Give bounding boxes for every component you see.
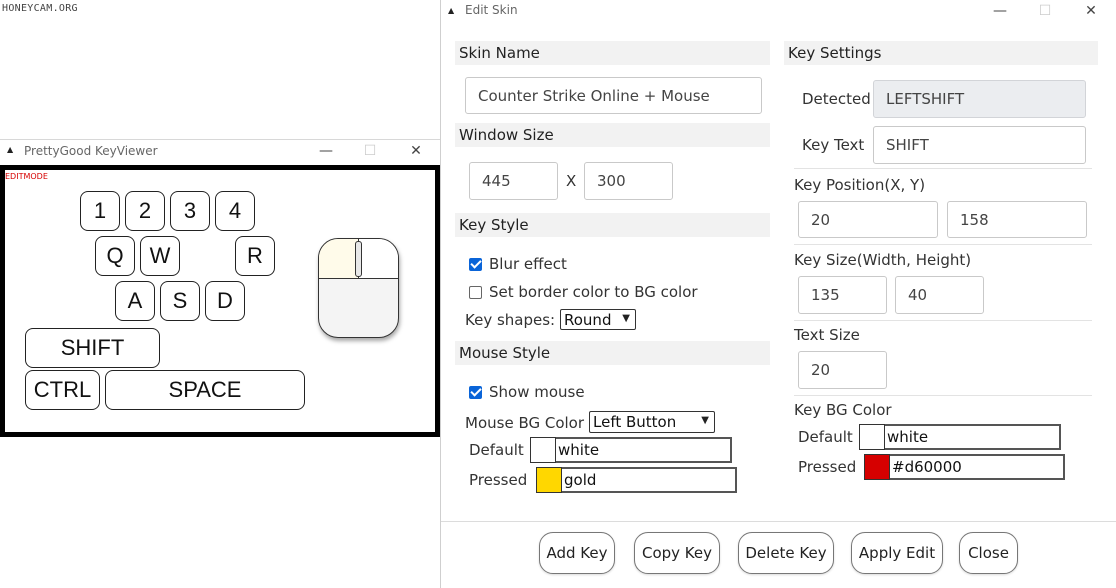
key-default-color-input[interactable]: white	[885, 424, 1061, 450]
maximize-icon: ☐	[363, 143, 377, 159]
key-text-input[interactable]: SHIFT	[873, 126, 1086, 164]
text-size-input[interactable]: 20	[798, 351, 887, 389]
border-color-checkbox[interactable]: Set border color to BG color	[469, 283, 698, 301]
chevron-down-icon: ▼	[622, 313, 630, 324]
key-shapes-select[interactable]: Round ▼	[560, 309, 636, 330]
mouse-wheel	[355, 241, 362, 277]
text-size-label: Text Size	[794, 326, 860, 344]
close-icon[interactable]: ✕	[1076, 1, 1106, 23]
key-size-label: Key Size(Width, Height)	[794, 251, 972, 269]
detected-label: Detected	[802, 90, 871, 108]
key-text-label: Key Text	[802, 136, 865, 154]
key-2[interactable]: 2	[125, 191, 165, 231]
footer-divider	[441, 521, 1116, 522]
mouse-style-header: Mouse Style	[455, 341, 770, 365]
minimize-icon[interactable]: —	[311, 141, 341, 163]
mouse-bg-color-value: Left Button	[593, 413, 677, 431]
apply-edit-button[interactable]: Apply Edit	[851, 532, 943, 574]
divider	[794, 320, 1092, 321]
show-mouse-checkbox[interactable]: Show mouse	[469, 383, 585, 401]
key-pressed-color-input[interactable]: #d60000	[890, 454, 1065, 480]
key-pressed-swatch[interactable]	[864, 454, 890, 480]
edit-skin-title: Edit Skin	[465, 3, 518, 17]
window-size-separator: X	[566, 172, 577, 190]
key-shift[interactable]: SHIFT	[25, 328, 160, 368]
blur-effect-checkbox[interactable]: Blur effect	[469, 255, 567, 273]
add-key-button[interactable]: Add Key	[539, 532, 615, 574]
key-ctrl[interactable]: CTRL	[25, 370, 100, 410]
window-size-header: Window Size	[455, 123, 770, 147]
key-settings-header: Key Settings	[784, 41, 1098, 65]
key-default-label: Default	[798, 428, 853, 446]
close-icon[interactable]: ✕	[401, 141, 431, 163]
border-color-label: Set border color to BG color	[489, 283, 698, 301]
close-button[interactable]: Close	[959, 532, 1018, 574]
mouse-display[interactable]	[318, 238, 399, 338]
divider	[794, 244, 1092, 245]
key-shapes-value: Round	[564, 310, 612, 329]
mouse-pressed-color-input[interactable]: gold	[562, 467, 737, 493]
blur-effect-label: Blur effect	[489, 255, 567, 273]
window-height-input[interactable]: 300	[584, 162, 673, 200]
maximize-icon: ☐	[1038, 3, 1052, 19]
keyviewer-window: ▲ PrettyGood KeyViewer — ☐ ✕ EDITMODE 1 …	[0, 139, 440, 437]
mouse-default-color-input[interactable]: white	[556, 437, 732, 463]
mouse-left-button	[319, 239, 359, 279]
edit-skin-titlebar[interactable]: ▲ Edit Skin — ☐ ✕	[441, 0, 1116, 26]
mouse-bg-color-label: Mouse BG Color	[465, 414, 585, 432]
checkbox-unchecked-icon[interactable]	[469, 285, 482, 299]
key-size-width-input[interactable]: 135	[798, 276, 887, 314]
key-style-header: Key Style	[455, 213, 770, 237]
keyviewer-titlebar[interactable]: ▲ PrettyGood KeyViewer — ☐ ✕	[0, 140, 440, 164]
key-default-swatch[interactable]	[859, 424, 885, 450]
mouse-right-button	[359, 239, 398, 279]
key-1[interactable]: 1	[80, 191, 120, 231]
key-d[interactable]: D	[205, 281, 245, 321]
key-bg-color-label: Key BG Color	[794, 401, 892, 419]
key-r[interactable]: R	[235, 236, 275, 276]
copy-key-button[interactable]: Copy Key	[634, 532, 720, 574]
checkbox-checked-icon[interactable]	[469, 257, 482, 271]
key-q[interactable]: Q	[95, 236, 135, 276]
skin-name-header: Skin Name	[455, 41, 770, 65]
window-menu-icon[interactable]: ▲	[7, 145, 13, 154]
keyviewer-title: PrettyGood KeyViewer	[24, 144, 158, 158]
mouse-pressed-label: Pressed	[469, 471, 528, 489]
window-menu-icon[interactable]: ▲	[448, 6, 454, 15]
mouse-default-label: Default	[469, 441, 524, 459]
editmode-label: EDITMODE	[5, 172, 48, 181]
detected-key-field: LEFTSHIFT	[873, 80, 1086, 118]
key-w[interactable]: W	[140, 236, 180, 276]
skin-name-input[interactable]: Counter Strike Online + Mouse	[465, 77, 762, 114]
checkbox-checked-icon[interactable]	[469, 385, 482, 399]
key-space[interactable]: SPACE	[105, 370, 305, 410]
key-position-x-input[interactable]: 20	[798, 201, 938, 238]
show-mouse-label: Show mouse	[489, 383, 585, 401]
key-s[interactable]: S	[160, 281, 200, 321]
minimize-icon[interactable]: —	[985, 1, 1015, 23]
watermark: HONEYCAM.ORG	[2, 3, 78, 14]
key-pressed-label: Pressed	[798, 458, 857, 476]
mouse-default-swatch[interactable]	[530, 437, 556, 463]
divider	[794, 168, 1092, 169]
edit-skin-window: ▲ Edit Skin — ☐ ✕ Skin Name Counter Stri…	[440, 0, 1116, 588]
mouse-pressed-swatch[interactable]	[536, 467, 562, 493]
key-3[interactable]: 3	[170, 191, 210, 231]
key-a[interactable]: A	[115, 281, 155, 321]
delete-key-button[interactable]: Delete Key	[738, 532, 834, 574]
window-width-input[interactable]: 445	[469, 162, 558, 200]
mouse-body	[318, 238, 399, 338]
chevron-down-icon: ▼	[701, 415, 709, 426]
key-position-y-input[interactable]: 158	[947, 201, 1087, 238]
keyviewer-canvas: EDITMODE 1 2 3 4 Q W R A S D SHIFT CTRL …	[0, 165, 440, 437]
key-size-height-input[interactable]: 40	[895, 276, 984, 314]
key-shapes-label: Key shapes:	[465, 311, 556, 329]
key-position-label: Key Position(X, Y)	[794, 176, 926, 194]
mouse-bg-color-select[interactable]: Left Button ▼	[589, 411, 715, 433]
key-4[interactable]: 4	[215, 191, 255, 231]
divider	[794, 395, 1092, 396]
